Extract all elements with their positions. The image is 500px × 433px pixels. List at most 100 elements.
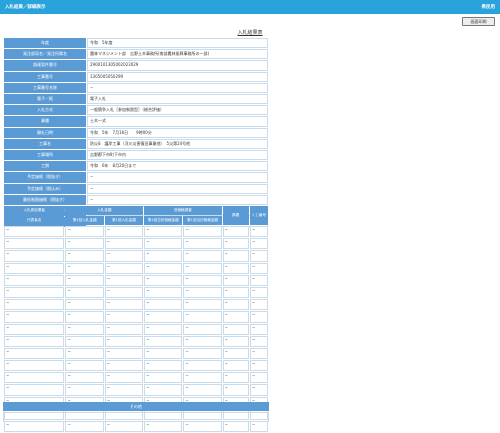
bid-cell: − xyxy=(144,384,183,396)
bid-cell: − xyxy=(65,250,104,262)
print-button[interactable]: 画面印刷 xyxy=(462,17,495,26)
bid-cell: − xyxy=(222,286,249,299)
bid-cell: − xyxy=(222,262,249,274)
col-lottery: くじ番号 xyxy=(249,206,268,225)
info-value: 土木一式 xyxy=(87,116,268,127)
info-label: 工事場所 xyxy=(4,150,86,161)
bid-cell: − xyxy=(104,250,144,262)
bid-cell: − xyxy=(65,286,104,299)
bid-cell: − xyxy=(4,311,65,323)
bid-cell: − xyxy=(4,360,65,372)
bid-cell: − xyxy=(104,238,144,250)
bid-row: − − − − − − − xyxy=(4,262,268,274)
bid-cell: − xyxy=(65,262,104,274)
bid-cell: − xyxy=(249,347,268,360)
bid-cell: − xyxy=(183,286,222,299)
bid-cell: − xyxy=(65,226,104,238)
info-row: 工事番号名称 − xyxy=(4,82,268,94)
info-label: 予定価格（税抜き） xyxy=(4,172,86,183)
info-label: 開札日時 xyxy=(4,127,86,138)
bid-cell: − xyxy=(183,250,222,262)
info-row: 業種 土木一式 xyxy=(4,116,268,127)
info-label: 予定価格（税込み） xyxy=(4,183,86,194)
bid-cell: − xyxy=(104,286,144,299)
bid-cell: − xyxy=(144,250,183,262)
bid-cell: − xyxy=(65,274,104,286)
bid-cell: − xyxy=(65,323,104,335)
info-label: 調達案件番号 xyxy=(4,60,86,71)
bid-cell: − xyxy=(183,274,222,286)
bid-cell: − xyxy=(222,384,249,396)
bid-cell: − xyxy=(144,323,183,335)
bid-cell: − xyxy=(144,274,183,286)
col-bid-1: 第1回入札金額 xyxy=(65,216,104,225)
info-label: 電子／紙 xyxy=(4,94,86,105)
col-bid-amount-group: 入札金額 xyxy=(65,206,144,215)
bid-cell: − xyxy=(222,299,249,311)
bid-cell: − xyxy=(222,274,249,286)
bid-cell: − xyxy=(183,372,222,384)
bid-cell: − xyxy=(183,347,222,360)
info-row: 電子／紙 電子入札 xyxy=(4,94,268,105)
bid-cell: − xyxy=(104,372,144,384)
bid-cell: − xyxy=(4,372,65,384)
info-row: 入札方式 一般競争入札［参加制限型］（総合評価） xyxy=(4,105,268,116)
bid-cell: − xyxy=(104,384,144,396)
bid-cell: − xyxy=(4,323,65,335)
bid-cell: − xyxy=(144,226,183,238)
window-title: 入札結果／詳細表示 xyxy=(5,5,46,10)
bid-cell: − xyxy=(183,360,222,372)
bid-row: − − − − − − − xyxy=(4,286,268,299)
info-label: 発注部局名／発注所属名 xyxy=(4,49,86,60)
info-row: 予定価格（税抜き） − xyxy=(4,172,268,183)
bid-cell: − xyxy=(4,286,65,299)
bid-row: − − − − − − − xyxy=(4,372,268,384)
bid-cell: − xyxy=(249,299,268,311)
bid-row: − − − − − − − xyxy=(4,335,268,347)
bid-row: − − − − − − − xyxy=(4,311,268,323)
bid-cell: − xyxy=(183,384,222,396)
bid-cell: − xyxy=(249,274,268,286)
bid-cell: − xyxy=(249,286,268,299)
info-label: 工期 xyxy=(4,161,86,172)
info-label: 入札方式 xyxy=(4,105,86,116)
bid-cell: − xyxy=(183,311,222,323)
info-label: 工事番号名称 xyxy=(4,82,86,94)
info-row: 調達案件番号 2900101305002023029 xyxy=(4,60,268,71)
col-remarks: 摘要 xyxy=(222,206,249,225)
bid-cell: − xyxy=(222,250,249,262)
info-row: 最低制限価格（税抜き） − xyxy=(4,194,268,206)
bid-cell: − xyxy=(249,226,268,238)
bid-cell: − xyxy=(222,372,249,384)
bid-cell: − xyxy=(104,299,144,311)
info-value: 令和 5年度 xyxy=(87,38,268,49)
bid-cell: − xyxy=(222,238,249,250)
info-row: 工期 令和 6年 8月20日まで xyxy=(4,161,268,172)
bid-cell: − xyxy=(222,347,249,360)
col-representative: 代表者名 xyxy=(4,216,65,225)
page-title: 入札結果表 xyxy=(237,30,263,36)
info-row: 工事番号 1305005050299 xyxy=(4,71,268,82)
bid-cell: − xyxy=(65,335,104,347)
bid-cell: − xyxy=(4,384,65,396)
bid-cell: − xyxy=(144,360,183,372)
info-value: 農林マネジメント部 吉野土木事務所(南部農林振興事務所の一部) xyxy=(87,49,268,60)
info-value: 令和 6年 8月20日まで xyxy=(87,161,268,172)
bid-cell: − xyxy=(249,384,268,396)
title-bar: 入札結果／詳細表示 県民用 xyxy=(0,0,500,14)
info-value: − xyxy=(87,183,268,194)
bid-cell: − xyxy=(104,311,144,323)
bid-cell: − xyxy=(222,323,249,335)
bid-row: − − − − − − − xyxy=(4,384,268,396)
bid-cell: − xyxy=(222,335,249,347)
bid-cell: − xyxy=(144,262,183,274)
bid-cell: − xyxy=(183,238,222,250)
bid-cell: − xyxy=(183,226,222,238)
col-low-price-group: 低価格調査 xyxy=(144,206,222,215)
bid-row: − − − − − − − xyxy=(4,299,268,311)
bid-row: − − − − − − − xyxy=(4,274,268,286)
bid-cell: − xyxy=(222,226,249,238)
info-row: 工事場所 吉野郡下市町下市内 xyxy=(4,150,268,161)
bid-cell: − xyxy=(4,250,65,262)
info-value: 電子入札 xyxy=(87,94,268,105)
